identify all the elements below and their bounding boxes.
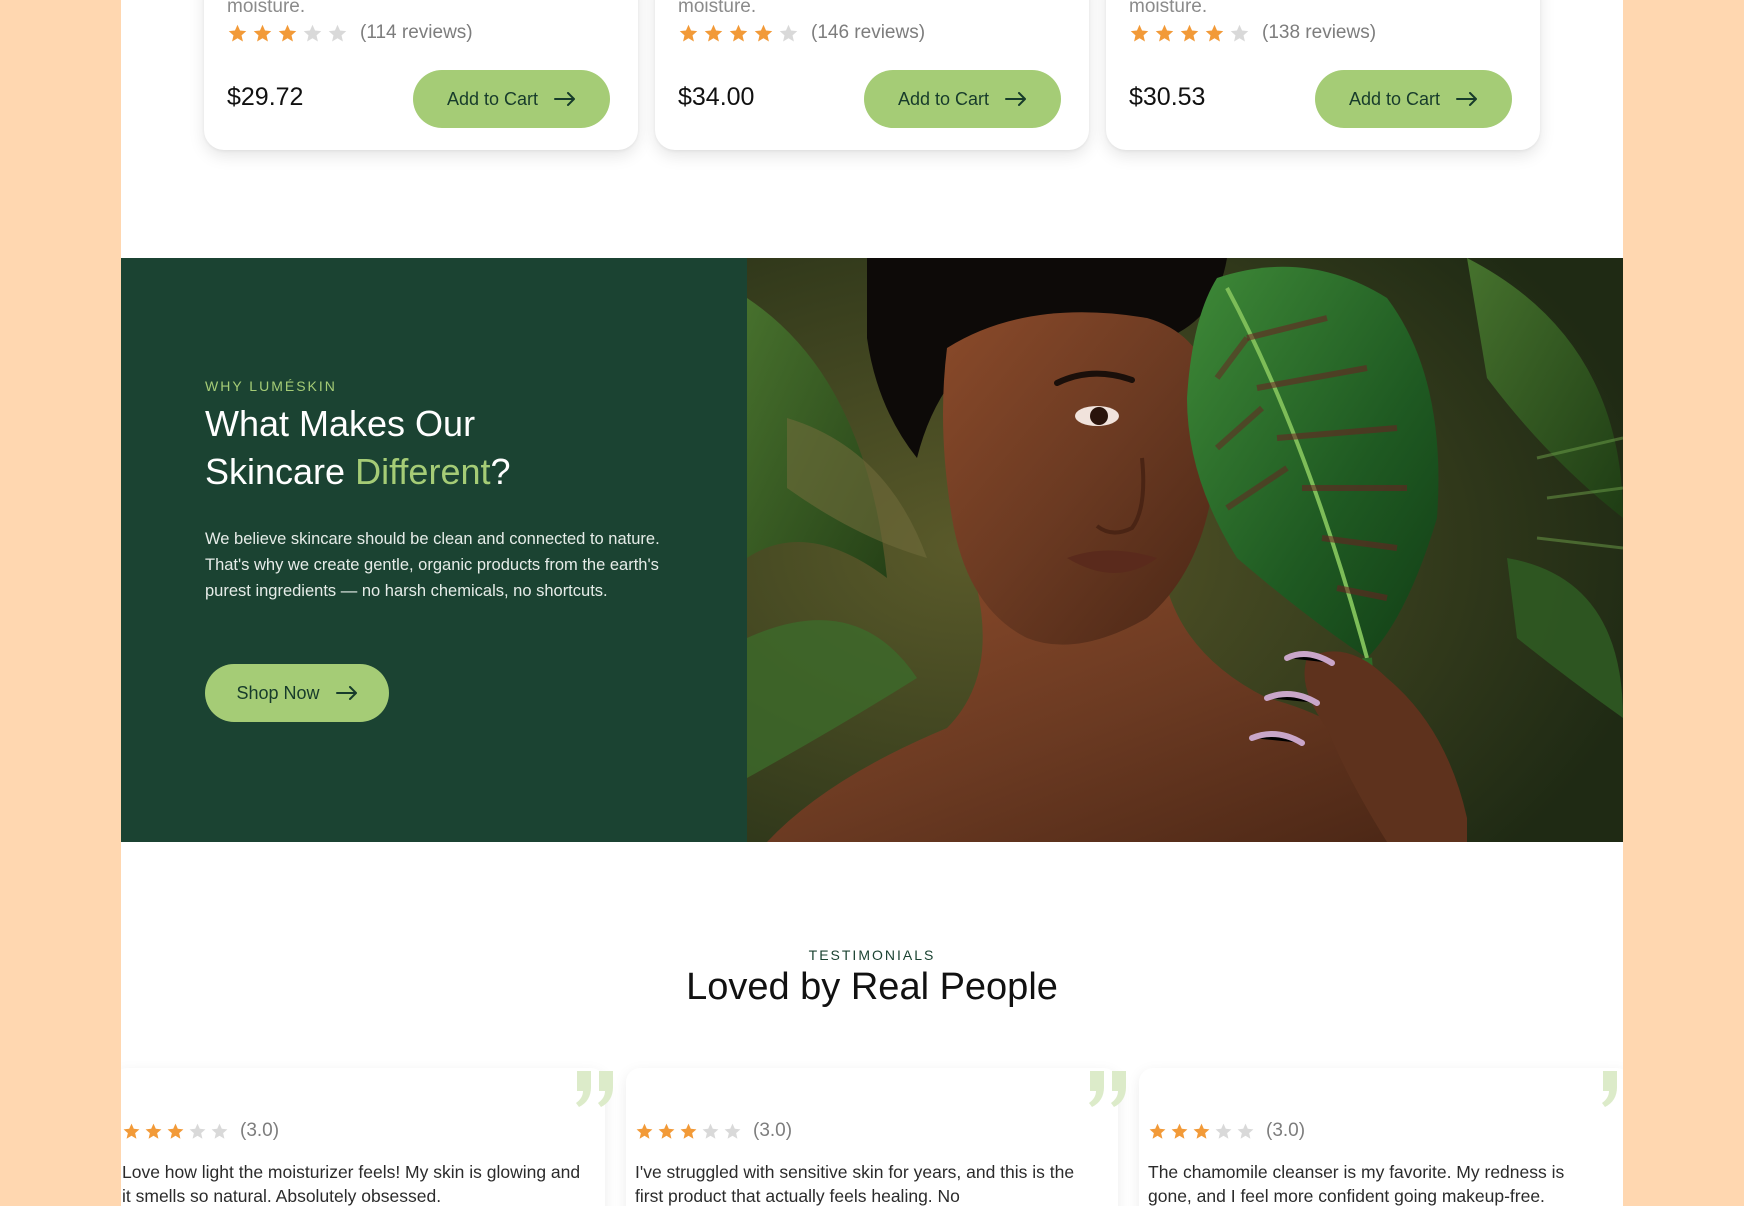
title-accent: Different (355, 451, 491, 492)
section-eyebrow: TESTIMONIALS (808, 947, 936, 963)
star-filled-icon (1180, 24, 1199, 41)
star-filled-icon (1155, 24, 1174, 41)
testimonial-rating: (3.0) (1148, 1120, 1305, 1142)
testimonial-card: (3.0) I've struggled with sensitive skin… (626, 1068, 1126, 1206)
product-price: $34.00 (678, 83, 755, 111)
section-body: We believe skincare should be clean and … (205, 530, 660, 600)
testimonial-rating: (3.0) (635, 1120, 792, 1142)
star-filled-icon (1205, 24, 1224, 41)
add-to-cart-button[interactable]: Add to Cart (864, 70, 1061, 128)
title-end: ? (490, 451, 511, 492)
testimonial-card: (3.0) The chamomile cleanser is my favor… (1139, 1068, 1623, 1206)
testimonial-card: (3.0) Love how light the moisturizer fee… (121, 1068, 613, 1206)
testimonial-text: Love how light the moisturizer feels! My… (122, 1162, 581, 1206)
testimonials-section: TESTIMONIALS Loved by Real People (3.0) … (121, 842, 1623, 1206)
star-filled-icon (729, 24, 748, 41)
product-price: $29.72 (227, 83, 304, 111)
star-filled-icon (680, 1123, 697, 1139)
title-line-1: What Makes Our (205, 403, 476, 444)
arrow-right-icon (335, 686, 357, 700)
star-filled-icon (754, 24, 773, 41)
quote-icon (1089, 1071, 1126, 1107)
star-filled-icon (1149, 1123, 1166, 1139)
product-card: moisture. (146 reviews) $34.00 Add to Ca… (655, 0, 1089, 150)
review-count: (138 reviews) (1262, 22, 1377, 43)
product-price: $30.53 (1129, 83, 1206, 111)
star-empty-icon (724, 1123, 741, 1139)
testimonial-text: The chamomile cleanser is my favorite. M… (1148, 1162, 1565, 1206)
star-filled-icon (278, 24, 297, 41)
review-count: (146 reviews) (811, 22, 926, 43)
star-empty-icon (211, 1123, 228, 1139)
quote-icon (1602, 1071, 1617, 1107)
page: moisture. (114 reviews) $29.72 Add to Ca… (121, 0, 1623, 1206)
add-to-cart-button[interactable]: Add to Cart (1315, 70, 1512, 128)
shop-now-label: Shop Now (236, 682, 320, 703)
section-title: What Makes Our Skincare Different? (205, 400, 685, 496)
add-to-cart-button[interactable]: Add to Cart (413, 70, 610, 128)
why-lumeskin-section: WHY LUMÉSKIN What Makes Our Skincare Dif… (121, 258, 1623, 842)
title-line-2-start: Skincare (205, 451, 356, 492)
star-filled-icon (658, 1123, 675, 1139)
star-filled-icon (123, 1123, 140, 1139)
woman-with-leaf-photo (747, 258, 1623, 842)
testimonial-rating: (3.0) (122, 1120, 279, 1142)
rating-score: (3.0) (1266, 1120, 1306, 1141)
star-empty-icon (1230, 24, 1249, 41)
add-to-cart-label: Add to Cart (1348, 88, 1441, 109)
product-card: moisture. (114 reviews) $29.72 Add to Ca… (204, 0, 638, 150)
feature-text-panel: WHY LUMÉSKIN What Makes Our Skincare Dif… (121, 258, 747, 842)
star-empty-icon (779, 24, 798, 41)
star-filled-icon (1193, 1123, 1210, 1139)
product-description: moisture. (1129, 0, 1208, 17)
add-to-cart-label: Add to Cart (897, 88, 990, 109)
review-count: (114 reviews) (360, 22, 473, 43)
star-filled-icon (145, 1123, 162, 1139)
star-filled-icon (679, 24, 698, 41)
arrow-right-icon (1456, 92, 1478, 106)
star-empty-icon (303, 24, 322, 41)
star-empty-icon (702, 1123, 719, 1139)
product-list: moisture. (114 reviews) $29.72 Add to Ca… (121, 0, 1623, 258)
star-empty-icon (1215, 1123, 1232, 1139)
star-filled-icon (1171, 1123, 1188, 1139)
shop-now-button[interactable]: Shop Now (205, 664, 389, 722)
star-filled-icon (636, 1123, 653, 1139)
star-empty-icon (328, 24, 347, 41)
star-filled-icon (704, 24, 723, 41)
star-filled-icon (1130, 24, 1149, 41)
arrow-right-icon (1005, 92, 1027, 106)
testimonial-text: I've struggled with sensitive skin for y… (635, 1162, 1075, 1206)
quote-icon (576, 1071, 613, 1107)
section-title: Loved by Real People (686, 966, 1058, 1008)
star-filled-icon (253, 24, 272, 41)
rating-score: (3.0) (753, 1120, 793, 1141)
star-empty-icon (1237, 1123, 1254, 1139)
arrow-right-icon (554, 92, 576, 106)
star-filled-icon (167, 1123, 184, 1139)
star-empty-icon (189, 1123, 206, 1139)
rating-score: (3.0) (240, 1120, 280, 1141)
product-rating: (114 reviews) (227, 22, 473, 44)
product-rating: (138 reviews) (1129, 22, 1376, 44)
product-description: moisture. (227, 0, 306, 17)
feature-image (747, 258, 1623, 842)
star-filled-icon (228, 24, 247, 41)
section-eyebrow: WHY LUMÉSKIN (205, 378, 337, 394)
product-description: moisture. (678, 0, 757, 17)
add-to-cart-label: Add to Cart (446, 88, 539, 109)
product-card: moisture. (138 reviews) $30.53 Add to Ca… (1106, 0, 1540, 150)
product-rating: (146 reviews) (678, 22, 925, 44)
